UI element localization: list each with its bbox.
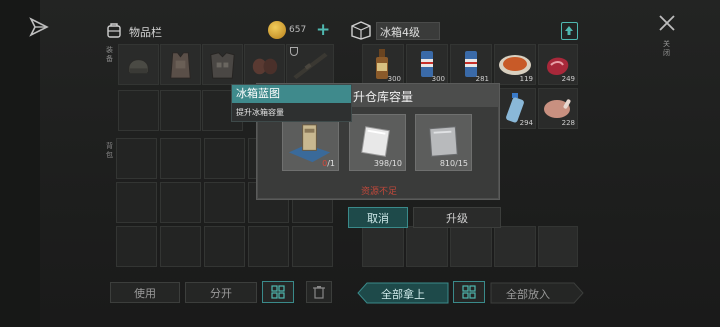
- fridge-slot-water[interactable]: 294: [494, 88, 536, 129]
- take-all-label: 全部拿上: [381, 288, 425, 301]
- equip-section-label: 装备: [106, 46, 113, 63]
- inventory-slot[interactable]: [248, 226, 289, 267]
- trash-icon: [313, 286, 325, 299]
- tactical-jacket-icon: [210, 52, 235, 79]
- coin-count: 657: [289, 25, 307, 35]
- inventory-slot[interactable]: [160, 138, 201, 179]
- fridge-slot[interactable]: [494, 226, 536, 267]
- item-count: 228: [561, 119, 575, 127]
- backpack-icon: [106, 22, 122, 38]
- close-icon[interactable]: [658, 14, 676, 32]
- sort-fridge-button[interactable]: [453, 281, 485, 303]
- upgrade-button[interactable]: 升级: [413, 207, 501, 228]
- blueprint-count-need: /1: [327, 159, 335, 168]
- material-slot-blueprint[interactable]: 0/1: [282, 114, 339, 171]
- gloves-icon: [252, 58, 278, 75]
- close-label[interactable]: 关闭: [663, 40, 671, 58]
- fridge-slot-pasta[interactable]: 119: [494, 44, 536, 85]
- steel-count: 810/15: [439, 159, 468, 168]
- storage-box-icon: [350, 20, 372, 40]
- inventory-slot[interactable]: [204, 138, 245, 179]
- armor-vest-icon: [170, 52, 191, 79]
- item-count: 281: [475, 75, 489, 83]
- equip-slot-gloves[interactable]: [244, 44, 285, 85]
- inventory-slot[interactable]: [116, 226, 157, 267]
- item-count: 300: [431, 75, 445, 83]
- item-count: 119: [519, 75, 533, 83]
- fridge-slot-soda[interactable]: 281: [450, 44, 492, 85]
- add-coins-button[interactable]: +: [316, 20, 330, 40]
- shield-icon: [290, 47, 298, 56]
- split-button[interactable]: 分开: [185, 282, 257, 303]
- inventory-slot[interactable]: [116, 182, 157, 223]
- upload-icon[interactable]: [561, 22, 578, 40]
- fridge-slot[interactable]: [406, 226, 448, 267]
- sort-inventory-button[interactable]: [262, 281, 294, 303]
- inventory-slot[interactable]: [160, 226, 201, 267]
- fridge-slot-vodka[interactable]: 300: [362, 44, 404, 85]
- modal-title: 升仓库容量: [353, 90, 414, 104]
- put-all-button[interactable]: 全部放入: [490, 282, 584, 304]
- fridge-slot[interactable]: [538, 226, 578, 267]
- equip-slot-jacket[interactable]: [202, 44, 243, 85]
- use-button[interactable]: 使用: [110, 282, 180, 303]
- item-count: 300: [387, 75, 401, 83]
- inventory-title: 物品栏: [129, 26, 162, 39]
- fridge-slot-meat[interactable]: 249: [538, 44, 578, 85]
- put-all-label: 全部放入: [506, 288, 550, 301]
- equip-slot-weapon[interactable]: [286, 44, 334, 85]
- coin-icon: [268, 21, 286, 39]
- material-slot-metal[interactable]: 398/10: [349, 114, 406, 171]
- grid-sort-icon: [271, 285, 285, 299]
- inventory-slot[interactable]: [292, 226, 333, 267]
- inventory-slot[interactable]: [118, 90, 159, 131]
- item-count: 294: [519, 119, 533, 127]
- inventory-slot[interactable]: [160, 182, 201, 223]
- back-arrow-icon[interactable]: [28, 16, 50, 38]
- material-slot-steel[interactable]: 810/15: [415, 114, 472, 171]
- item-tooltip: 冰箱蓝图 提升冰箱容量: [231, 84, 352, 122]
- equip-slot-armor[interactable]: [160, 44, 201, 85]
- inventory-slot[interactable]: [116, 138, 157, 179]
- left-sidebar: [0, 0, 40, 327]
- inventory-slot[interactable]: [160, 90, 201, 131]
- inventory-slot[interactable]: [204, 226, 245, 267]
- helmet-icon: [128, 59, 149, 74]
- equip-slot-helmet[interactable]: [118, 44, 159, 85]
- fridge-slot-chicken[interactable]: 228: [538, 88, 578, 129]
- grid-sort-icon: [462, 285, 476, 299]
- fridge-slot[interactable]: [362, 226, 404, 267]
- metal-count: 398/10: [373, 159, 402, 168]
- fridge-slot[interactable]: [450, 226, 492, 267]
- tooltip-description: 提升冰箱容量: [236, 108, 284, 117]
- tooltip-title: 冰箱蓝图: [232, 85, 351, 103]
- take-all-button[interactable]: 全部拿上: [357, 282, 449, 304]
- item-count: 249: [561, 75, 575, 83]
- backpack-section-label: 背包: [106, 142, 113, 159]
- trash-button[interactable]: [306, 281, 332, 303]
- fridge-slot-soda[interactable]: 300: [406, 44, 448, 85]
- inventory-slot[interactable]: [204, 182, 245, 223]
- blueprint-count: 0/1: [322, 159, 335, 168]
- fridge-title: 冰箱4级: [380, 26, 420, 39]
- insufficient-resources-warning: 资源不足: [361, 187, 398, 197]
- cancel-button[interactable]: 取消: [348, 207, 408, 228]
